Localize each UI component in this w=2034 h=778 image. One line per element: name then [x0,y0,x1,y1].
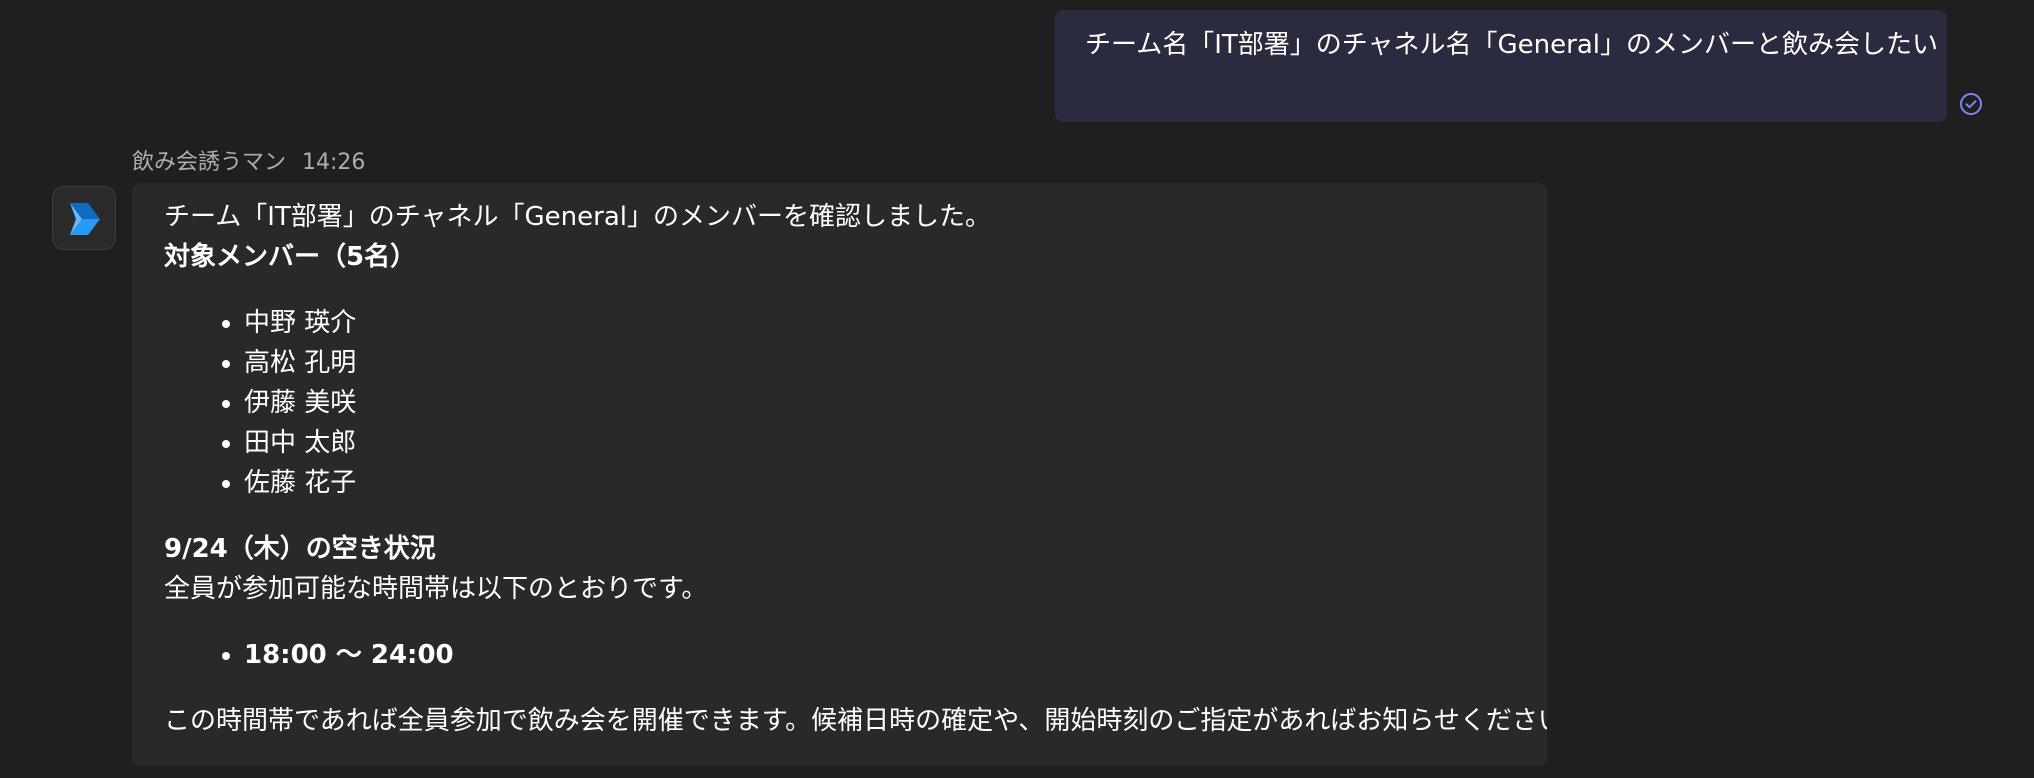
bot-message-header: 飲み会誘うマン 14:26 [132,148,365,178]
user-message-bubble[interactable]: チーム名「IT部署」のチャネル名「General」のメンバーと飲み会したい（ 9… [1055,10,1947,122]
list-item: 田中 太郎 [244,423,1523,463]
check-circle-icon [1959,92,1983,116]
list-item: 佐藤 花子 [244,463,1523,503]
member-list: 中野 瑛介 高松 孔明 伊藤 美咲 田中 太郎 佐藤 花子 [164,303,1523,503]
time-slot-list: 18:00 〜 24:00 [164,635,1523,675]
chat-pane: チーム名「IT部署」のチャネル名「General」のメンバーと飲み会したい（ 9… [0,0,2034,778]
bot-intro-text: チーム「IT部署」のチャネル「General」のメンバーを確認しました。 [164,202,991,232]
message-timestamp: 14:26 [302,150,366,175]
bot-name[interactable]: 飲み会誘うマン [132,150,286,175]
list-item: 中野 瑛介 [244,303,1523,343]
availability-text: 全員が参加可能な時間帯は以下のとおりです。 [164,574,708,604]
list-item: 伊藤 美咲 [244,383,1523,423]
list-item: 高松 孔明 [244,343,1523,383]
time-slot-item: 18:00 〜 24:00 [244,635,1523,675]
bot-message-bubble[interactable]: チーム「IT部署」のチャネル「General」のメンバーを確認しました。 対象メ… [132,183,1547,766]
bot-avatar[interactable] [52,186,116,250]
availability-heading: 9/24（木）の空き状況 [164,534,436,564]
user-message-text: チーム名「IT部署」のチャネル名「General」のメンバーと飲み会したい（ 9… [1085,30,1947,60]
members-heading: 対象メンバー（5名） [164,242,417,272]
power-automate-chevron-icon [70,203,100,235]
closing-text: この時間帯であれば全員参加で飲み会を開催できます。候補日時の確定や、開始時刻のご… [164,706,1547,736]
